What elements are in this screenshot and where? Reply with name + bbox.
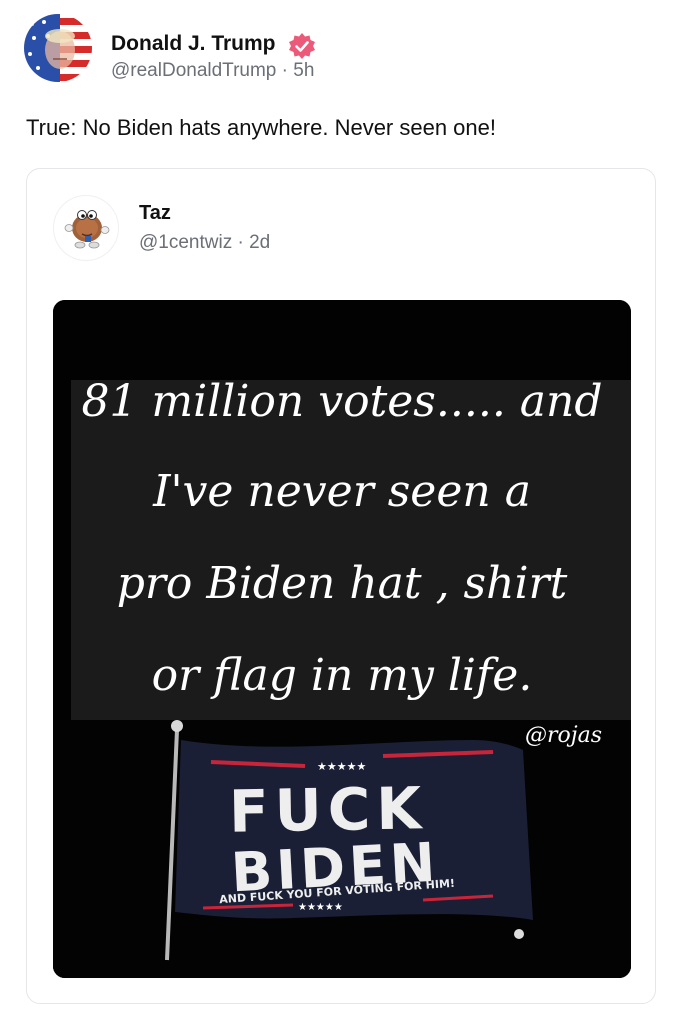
quoted-author-handle-time: @1centwiz · 2d [139, 232, 271, 253]
quoted-author-name[interactable]: Taz [139, 202, 171, 225]
meme-image[interactable]: ★★★★★ ★★★★★ 81 million votes..... and I'… [53, 300, 631, 978]
post-text: True: No Biden hats anywhere. Never seen… [26, 115, 497, 140]
penny-character-icon [64, 210, 110, 249]
flag-portrait-icon [24, 14, 92, 82]
author-name[interactable]: Donald J. Trump [111, 32, 276, 56]
meme-line-3: pro Biden hat , shirt [116, 558, 568, 609]
post-header: Donald J. Trump @realDonaldTrump · 5h [24, 14, 664, 86]
meme-watermark: @rojas [525, 723, 602, 748]
quoted-post-card[interactable]: Taz @1centwiz · 2d ★★★★★ ★★★★★ 81 millio… [26, 168, 656, 1004]
meme-line-1: 81 million votes..... and [81, 376, 603, 427]
author-avatar[interactable] [24, 14, 92, 82]
svg-text:★★★★★: ★★★★★ [298, 902, 343, 913]
quoted-author-avatar[interactable] [53, 195, 119, 261]
meme-line-4: or flag in my life. [151, 650, 533, 701]
verified-badge-icon [289, 33, 315, 59]
meme-line-2: I've never seen a [153, 466, 531, 517]
svg-text:★★★★★: ★★★★★ [317, 760, 366, 773]
author-handle-time: @realDonaldTrump · 5h [111, 60, 315, 81]
